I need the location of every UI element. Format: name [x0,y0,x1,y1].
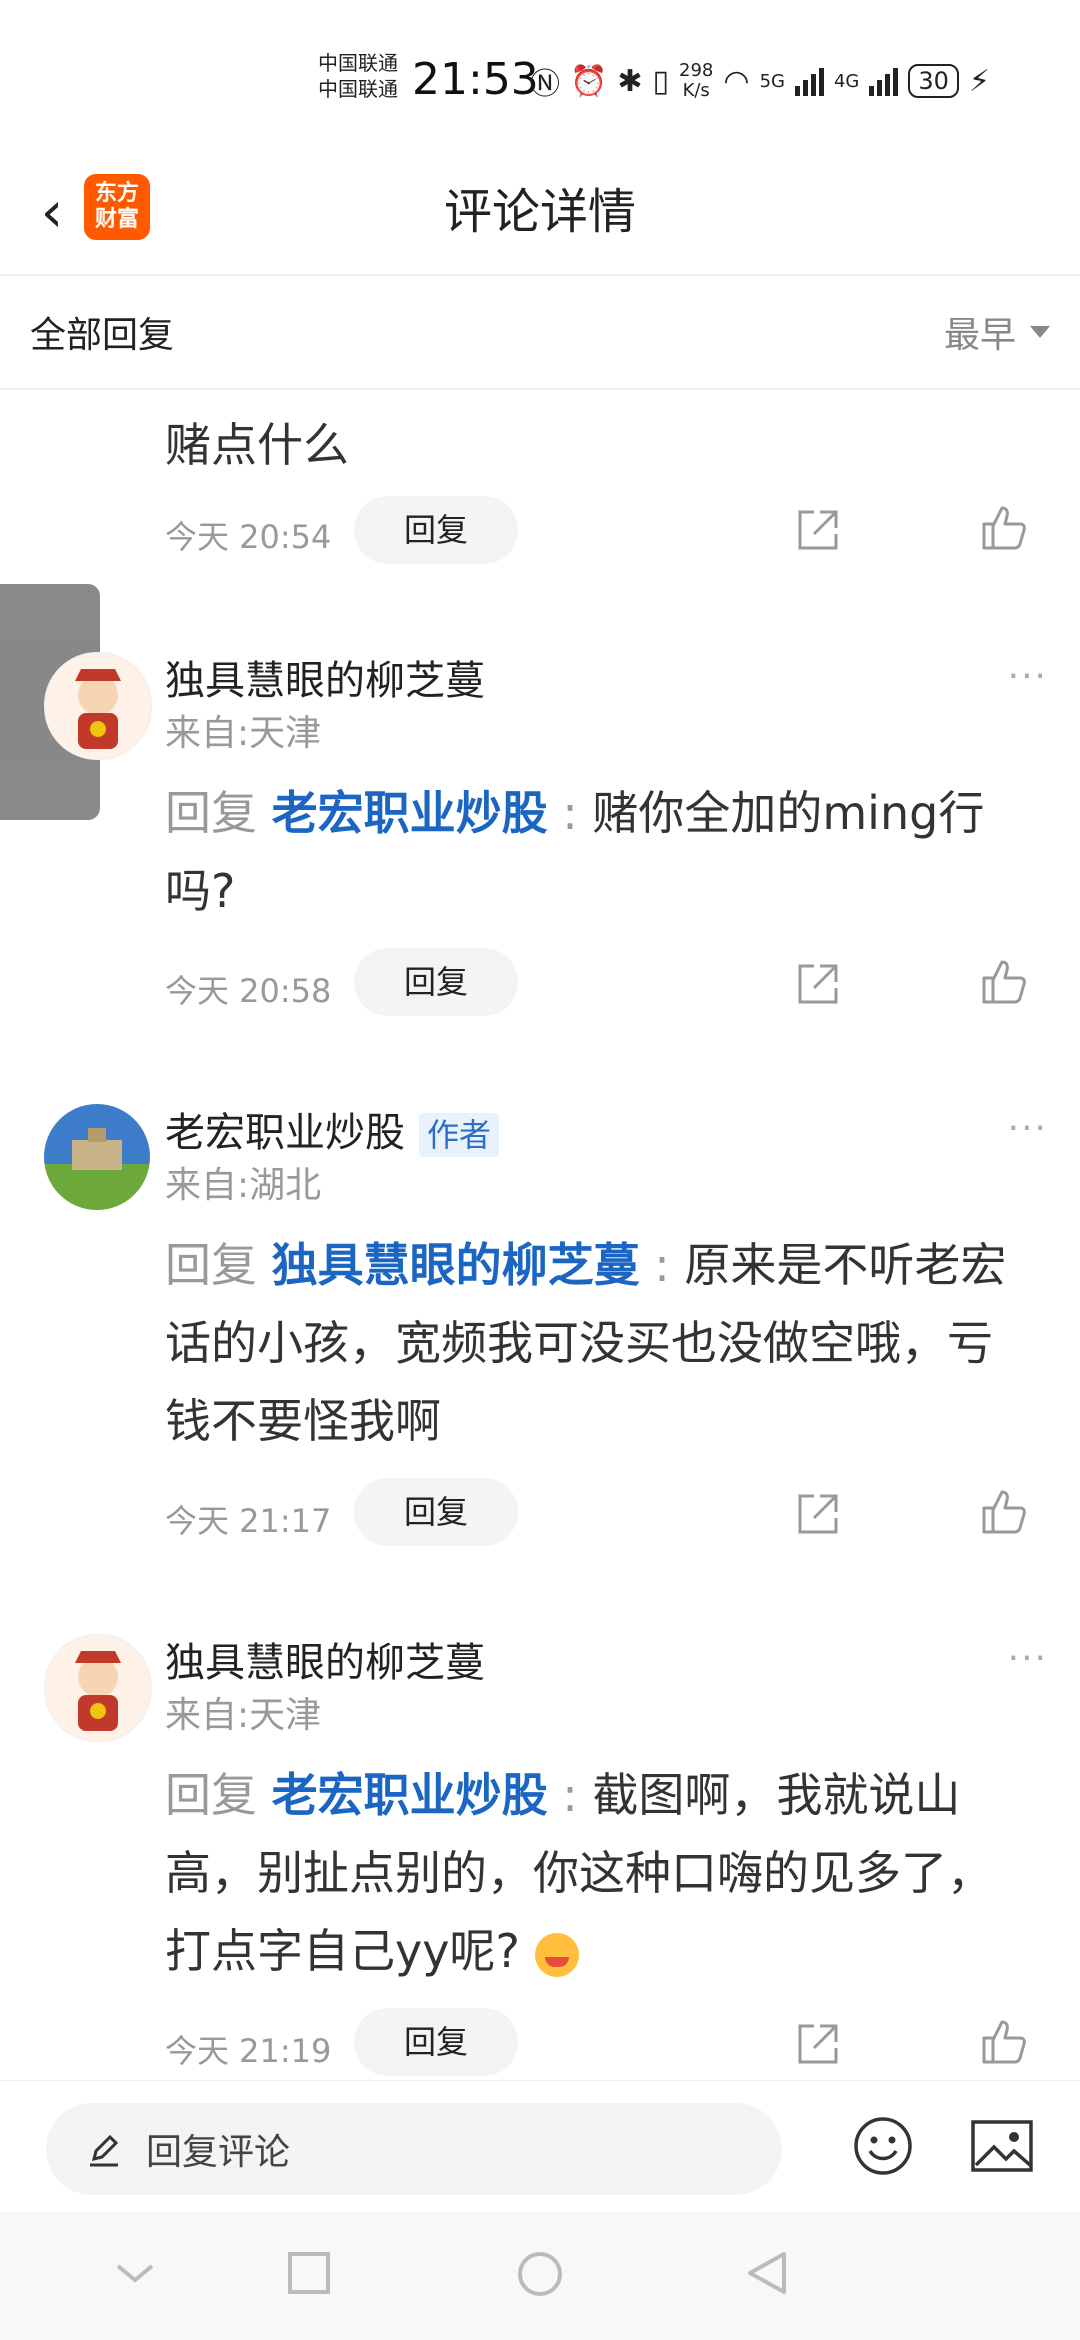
reply-button[interactable]: 回复 [354,948,518,1016]
home-icon[interactable] [516,2250,564,2298]
charging-icon: ⚡ [968,63,990,99]
user-name-text: 老宏职业炒股 [165,1110,405,1156]
user-location: 来自:天津 [165,1695,322,1736]
mention-link[interactable]: 独具慧眼的柳芝蔓 [272,1238,640,1292]
reply-prefix: 回复 [165,786,272,840]
reply-input[interactable]: 回复评论 [46,2103,782,2195]
wifi-icon: ◠ [723,63,750,99]
comment-time: 今天 20:54 [165,518,332,556]
comment-time: 今天 21:17 [165,1502,332,1540]
signal-icon [794,66,824,96]
page-header: ‹ 东方 财富 评论详情 [0,150,1080,274]
comment-text: 回复 独具慧眼的柳芝蔓 : 原来是不听老宏话的小孩，宽频我可没买也没做空哦，亏钱… [165,1226,1025,1460]
separator: : [547,1768,593,1822]
image-icon[interactable] [970,2117,1034,2175]
thumbs-up-icon[interactable] [978,1486,1030,1538]
speed-unit: K/s [682,80,710,101]
more-options-icon[interactable]: ··· [1008,1108,1048,1149]
vibrate-icon: ▯ [652,63,670,99]
comment-text: 回复 老宏职业炒股 : 截图啊，我就说山高，别扯点别的，你这种口嗨的见多了，打点… [165,1756,1025,1990]
more-options-icon[interactable]: ··· [1008,656,1048,697]
comment-time: 今天 20:58 [165,972,332,1010]
user-name[interactable]: 独具慧眼的柳芝蔓 [165,656,485,706]
share-icon[interactable] [792,958,844,1010]
sort-dropdown[interactable]: 最早 [944,306,1050,358]
chevron-down-icon[interactable] [112,2250,158,2296]
speed-value: 298 [679,60,714,81]
mention-link[interactable]: 老宏职业炒股 [272,1768,548,1822]
carrier-2: 中国联通 [318,77,398,101]
avatar[interactable] [44,1634,152,1742]
share-icon[interactable] [792,2018,844,2070]
nfc-icon: Ⓝ [530,67,560,102]
avatar[interactable] [44,652,152,760]
share-icon[interactable] [792,504,844,556]
bluetooth-icon: ✱ [617,63,643,99]
thumbs-up-icon[interactable] [978,956,1030,1008]
network-type-2: 4G [833,70,860,92]
user-name[interactable]: 独具慧眼的柳芝蔓 [165,1638,485,1688]
status-bar: 中国联通 中国联通 21:53 Ⓝ ⏰ ✱ ▯ 298 K/s ◠ 5G 4G … [0,0,1080,150]
comment-text: 赌点什么 [165,418,349,472]
page-title: 评论详情 [443,184,636,240]
separator: : [639,1238,685,1292]
avatar-image [44,1104,150,1210]
recent-apps-icon[interactable] [286,2250,332,2296]
reply-prefix: 回复 [165,1768,272,1822]
signal-icon-2 [869,66,899,96]
reply-button[interactable]: 回复 [354,496,518,564]
user-name[interactable]: 老宏职业炒股 作者 [165,1108,500,1158]
comment-text: 回复 老宏职业炒股 : 赌你全加的ming行吗? [165,774,1025,930]
thumbs-up-icon[interactable] [978,2016,1030,2068]
reply-button[interactable]: 回复 [354,1478,518,1546]
mention-link[interactable]: 老宏职业炒股 [272,786,548,840]
battery-level: 30 [908,64,959,98]
status-icons: Ⓝ ⏰ ✱ ▯ 298 K/s ◠ 5G 4G 30 ⚡ [530,56,990,106]
avatar-image [75,669,121,749]
reply-prefix: 回复 [165,1238,272,1292]
more-options-icon[interactable]: ··· [1008,1638,1048,1679]
divider [0,388,1080,390]
system-nav-bar [0,2212,1080,2340]
reply-button[interactable]: 回复 [354,2008,518,2076]
avatar-image [75,1651,121,1731]
reply-bar: 回复评论 [0,2080,1080,2211]
pencil-icon [90,2134,119,2167]
sort-label: 最早 [943,315,1016,356]
separator: : [547,786,593,840]
status-time: 21:53 [412,54,539,105]
author-badge: 作者 [419,1113,500,1157]
user-location: 来自:湖北 [165,1165,322,1206]
network-speed: 298 K/s [679,61,713,101]
user-location: 来自:天津 [165,713,322,754]
back-nav-icon[interactable] [744,2250,790,2296]
network-type-1: 5G [759,70,785,92]
comment-time: 今天 21:19 [165,2032,332,2070]
filter-bar: 全部回复 最早 [0,276,1080,388]
emoji-icon[interactable] [852,2115,914,2177]
alarm-icon: ⏰ [570,63,608,99]
laughing-emoji-icon [534,1932,579,1977]
caret-down-icon [1030,326,1050,338]
carrier-1: 中国联通 [318,51,398,75]
share-icon[interactable] [792,1488,844,1540]
avatar[interactable] [44,1104,150,1210]
reply-placeholder: 回复评论 [146,2132,291,2173]
thumbs-up-icon[interactable] [978,502,1030,554]
all-replies-label: 全部回复 [30,315,175,356]
carrier-labels: 中国联通 中国联通 [318,50,398,102]
